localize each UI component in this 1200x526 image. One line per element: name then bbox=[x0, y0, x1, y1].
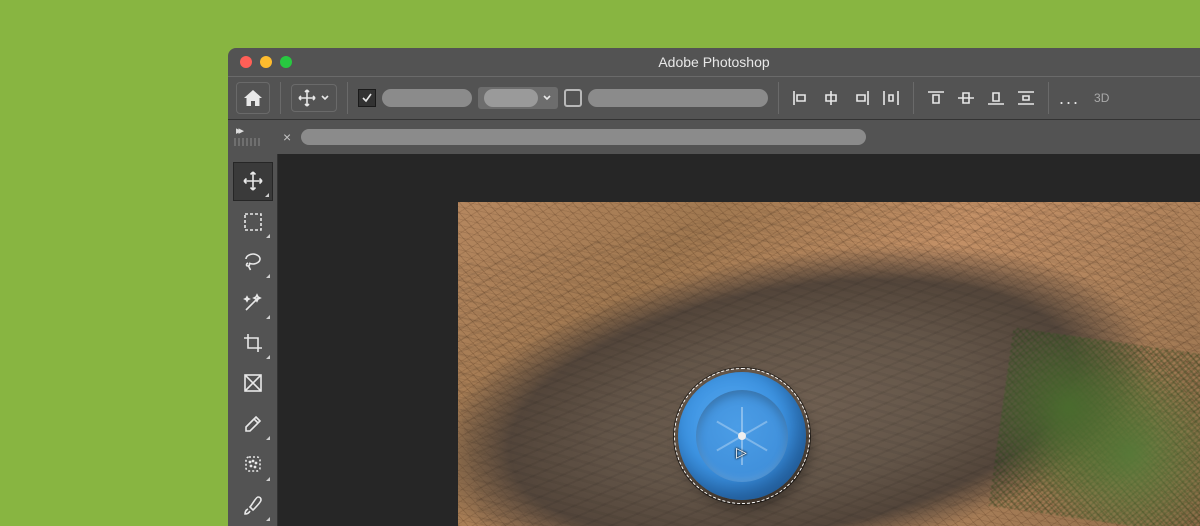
move-icon bbox=[298, 89, 316, 107]
quick-selection-tool[interactable] bbox=[233, 283, 273, 321]
align-bottom-icon bbox=[987, 90, 1005, 106]
healing-brush-tool[interactable] bbox=[233, 445, 273, 483]
move-tool-indicator[interactable] bbox=[291, 84, 337, 112]
chevron-down-icon bbox=[320, 93, 330, 103]
divider bbox=[913, 82, 914, 114]
home-icon bbox=[243, 89, 263, 107]
image-greenery bbox=[989, 328, 1200, 526]
distribute-h-button[interactable] bbox=[879, 86, 903, 110]
align-middle-icon bbox=[957, 90, 975, 106]
submenu-indicator-icon bbox=[266, 274, 270, 278]
brush-tool[interactable] bbox=[233, 486, 273, 524]
dropdown-value bbox=[484, 89, 538, 107]
more-options-button[interactable]: ... bbox=[1059, 88, 1080, 109]
eyedropper-tool[interactable] bbox=[233, 405, 273, 443]
align-right-button[interactable] bbox=[849, 86, 873, 110]
titlebar: Adobe Photoshop bbox=[228, 48, 1200, 76]
zoom-window-button[interactable] bbox=[280, 56, 292, 68]
wand-icon bbox=[242, 292, 264, 314]
marquee-icon bbox=[243, 212, 263, 232]
align-top-icon bbox=[927, 90, 945, 106]
submenu-indicator-icon bbox=[266, 355, 270, 359]
align-right-icon bbox=[852, 90, 870, 106]
tab-close-button[interactable]: × bbox=[283, 129, 291, 145]
panel-grip[interactable] bbox=[234, 138, 260, 146]
minimize-window-button[interactable] bbox=[260, 56, 272, 68]
document-canvas[interactable]: ▷ bbox=[458, 202, 1200, 526]
align-center-h-icon bbox=[822, 90, 840, 106]
document-tab[interactable] bbox=[301, 129, 866, 145]
lasso-tool[interactable] bbox=[233, 243, 273, 281]
lasso-icon bbox=[242, 251, 264, 273]
submenu-indicator-icon bbox=[266, 436, 270, 440]
align-center-h-button[interactable] bbox=[819, 86, 843, 110]
crop-tool[interactable] bbox=[233, 324, 273, 362]
move-tool[interactable] bbox=[233, 162, 273, 201]
auto-select-label bbox=[382, 89, 472, 107]
chevron-down-icon bbox=[542, 93, 552, 103]
align-bottom-button[interactable] bbox=[984, 86, 1008, 110]
canvas-area: ▷ bbox=[278, 154, 1200, 526]
window-controls bbox=[240, 56, 292, 68]
divider bbox=[347, 82, 348, 114]
divider bbox=[280, 82, 281, 114]
submenu-indicator-icon bbox=[266, 517, 270, 521]
brush-icon bbox=[242, 494, 264, 516]
divider bbox=[1048, 82, 1049, 114]
distribute-v-button[interactable] bbox=[1014, 86, 1038, 110]
crop-icon bbox=[242, 332, 264, 354]
disc-center bbox=[738, 432, 746, 440]
cursor-icon: ▷ bbox=[736, 444, 747, 461]
align-left-icon bbox=[792, 90, 810, 106]
tools-panel bbox=[228, 154, 278, 526]
submenu-indicator-icon bbox=[266, 315, 270, 319]
eyedropper-icon bbox=[242, 413, 264, 435]
home-button[interactable] bbox=[236, 82, 270, 114]
align-middle-button[interactable] bbox=[954, 86, 978, 110]
auto-select-checkbox[interactable] bbox=[358, 89, 376, 107]
align-left-button[interactable] bbox=[789, 86, 813, 110]
close-window-button[interactable] bbox=[240, 56, 252, 68]
submenu-indicator-icon bbox=[266, 234, 270, 238]
frame-tool[interactable] bbox=[233, 364, 273, 402]
marquee-tool[interactable] bbox=[233, 203, 273, 241]
check-icon bbox=[361, 92, 373, 104]
align-top-button[interactable] bbox=[924, 86, 948, 110]
distribute-h-icon bbox=[882, 90, 900, 106]
mode-label[interactable]: 3D bbox=[1094, 91, 1109, 105]
move-icon bbox=[242, 170, 264, 192]
app-title: Adobe Photoshop bbox=[228, 54, 1200, 70]
show-transform-checkbox[interactable] bbox=[564, 89, 582, 107]
frame-icon bbox=[243, 373, 263, 393]
submenu-indicator-icon bbox=[265, 193, 269, 197]
divider bbox=[778, 82, 779, 114]
patch-icon bbox=[242, 453, 264, 475]
auto-select-dropdown[interactable] bbox=[478, 87, 558, 109]
submenu-indicator-icon bbox=[266, 477, 270, 481]
document-tabs: ▸▸ × bbox=[228, 120, 1200, 154]
panel-collapse-icon[interactable]: ▸▸ bbox=[236, 124, 241, 137]
distribute-v-icon bbox=[1017, 90, 1035, 106]
options-bar: ... 3D bbox=[228, 76, 1200, 120]
show-transform-label bbox=[588, 89, 768, 107]
